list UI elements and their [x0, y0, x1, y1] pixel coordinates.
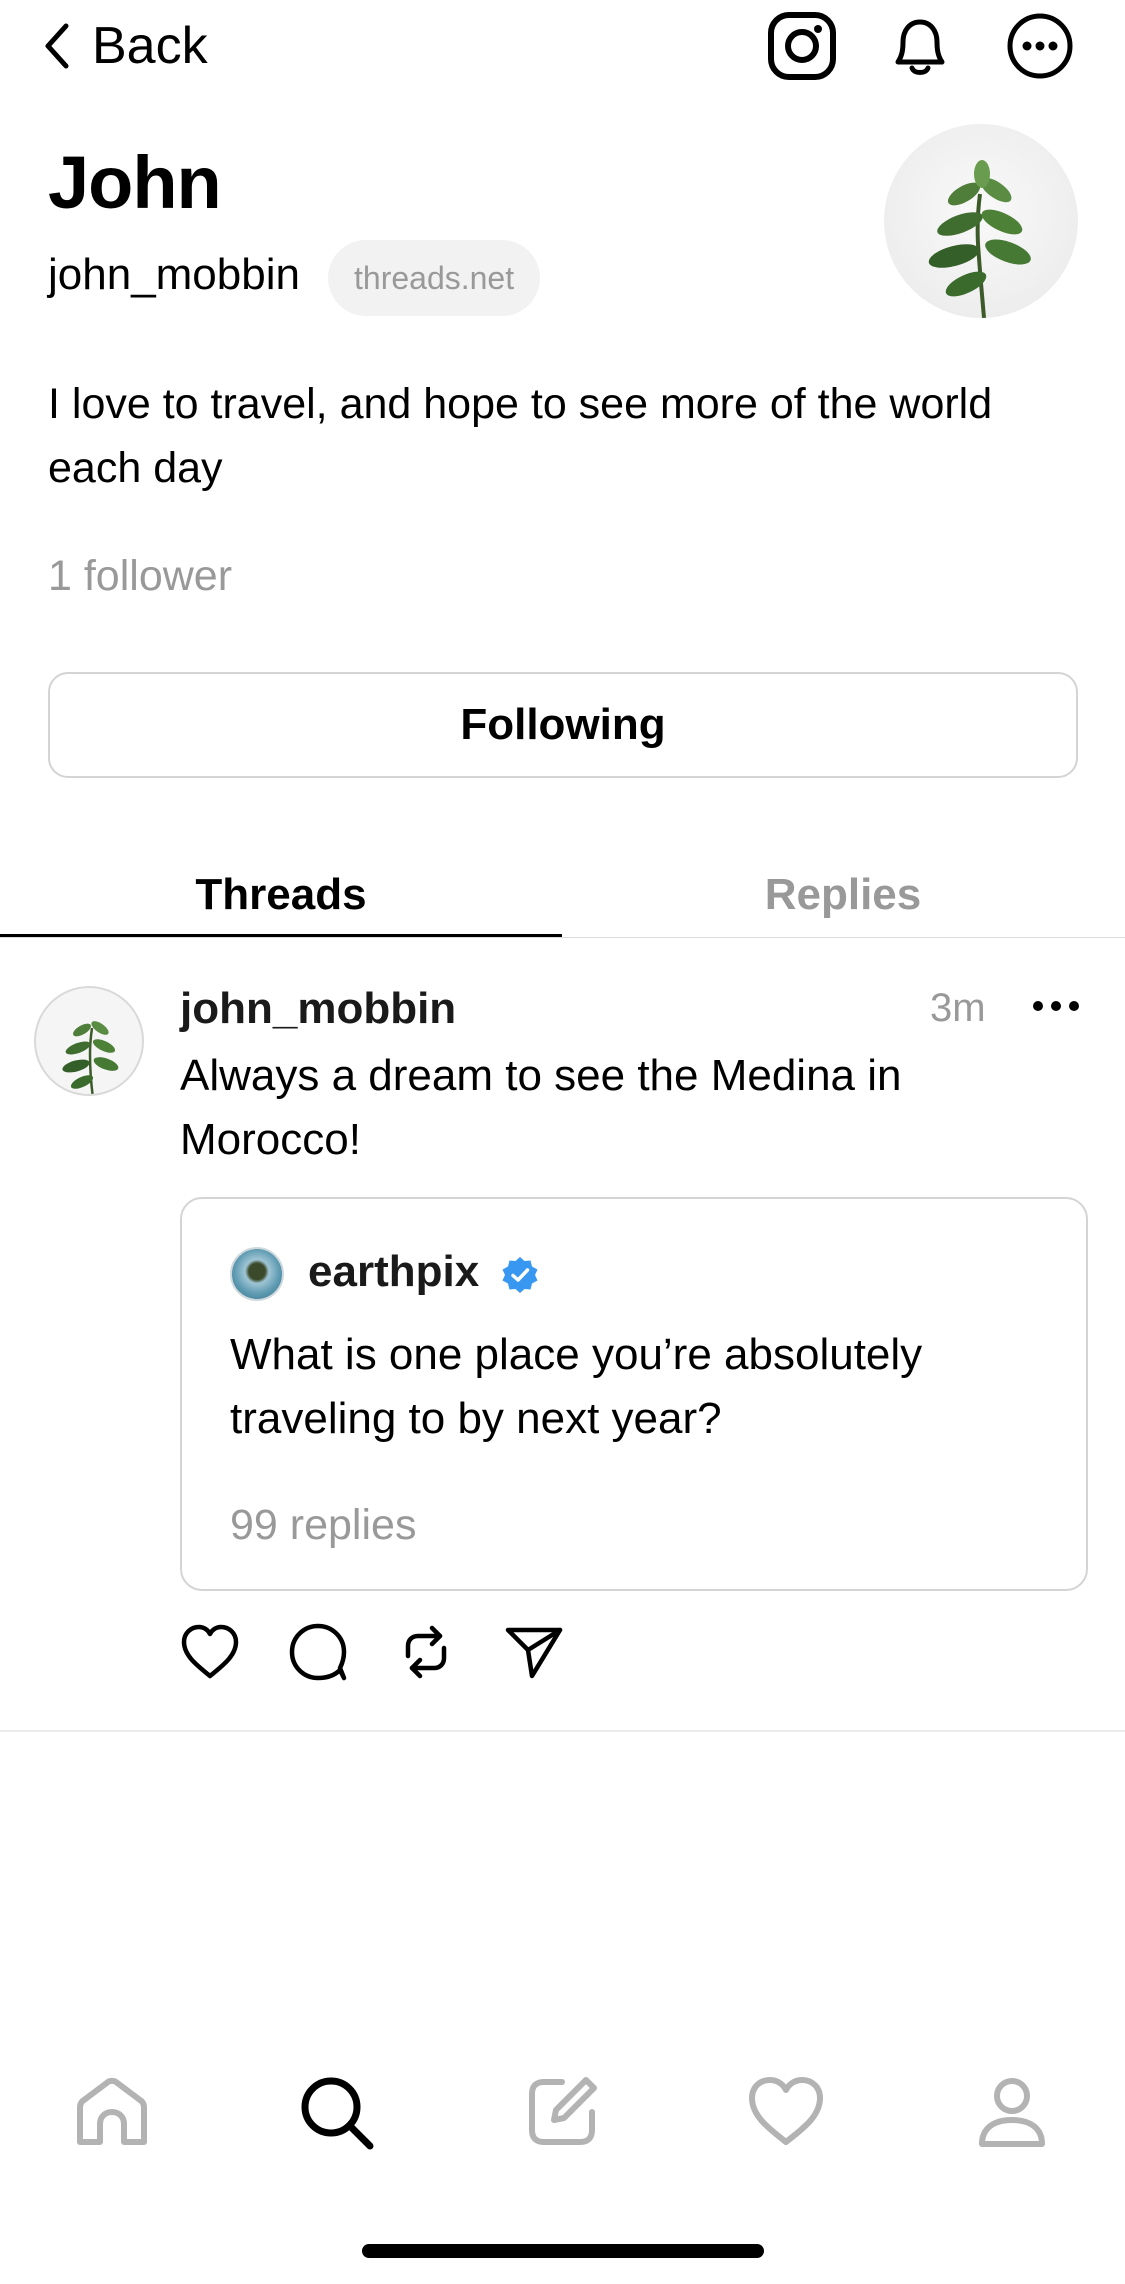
post-timestamp: 3m — [930, 986, 986, 1030]
following-button[interactable]: Following — [48, 672, 1078, 778]
quoted-author-username[interactable]: earthpix — [308, 1247, 479, 1297]
plant-image — [62, 1021, 119, 1094]
repost-icon[interactable] — [394, 1620, 458, 1684]
back-label: Back — [92, 17, 208, 75]
quoted-author-avatar[interactable] — [230, 1247, 284, 1301]
post-more-icon[interactable] — [1030, 986, 1082, 1026]
tab-threads[interactable]: Threads — [0, 850, 562, 940]
post-author-avatar[interactable] — [34, 986, 144, 1096]
plant-image — [928, 160, 1031, 318]
active-tab-indicator — [0, 934, 562, 937]
comment-icon[interactable] — [286, 1620, 350, 1684]
threads-domain-badge[interactable]: threads.net — [328, 240, 541, 316]
follower-count[interactable]: 1 follower — [48, 552, 232, 601]
bell-icon[interactable] — [884, 10, 956, 82]
compose-icon[interactable] — [522, 2072, 602, 2152]
quoted-thread-text: What is one place you’re absolutely trav… — [230, 1330, 923, 1443]
profile-name: John — [48, 141, 222, 224]
profile-username: john_mobbin — [48, 250, 300, 299]
home-icon[interactable] — [72, 2072, 152, 2152]
tab-divider — [0, 937, 1125, 938]
tab-replies[interactable]: Replies — [562, 850, 1124, 940]
post-text: Always a dream to see the Medina in Moro… — [180, 1051, 902, 1164]
profile-bio: I love to travel, and hope to see more o… — [48, 380, 993, 492]
activity-heart-icon[interactable] — [746, 2072, 826, 2152]
back-button[interactable]: Back — [44, 14, 208, 78]
quoted-thread-card[interactable]: earthpix What is one place you’re absolu… — [180, 1197, 1088, 1591]
instagram-icon[interactable] — [766, 10, 838, 82]
post-author-username[interactable]: john_mobbin — [180, 984, 456, 1034]
like-heart-icon[interactable] — [178, 1620, 242, 1684]
post-divider — [0, 1730, 1125, 1732]
quoted-thread-reply-count[interactable]: 99 replies — [230, 1501, 416, 1550]
search-icon[interactable] — [296, 2072, 376, 2152]
home-indicator — [362, 2244, 764, 2258]
more-options-icon[interactable] — [1004, 10, 1076, 82]
profile-avatar[interactable] — [884, 124, 1078, 318]
share-send-icon[interactable] — [502, 1620, 566, 1684]
verified-badge-icon — [500, 1255, 540, 1295]
chevron-left-icon — [44, 23, 70, 69]
profile-icon[interactable] — [972, 2072, 1052, 2152]
